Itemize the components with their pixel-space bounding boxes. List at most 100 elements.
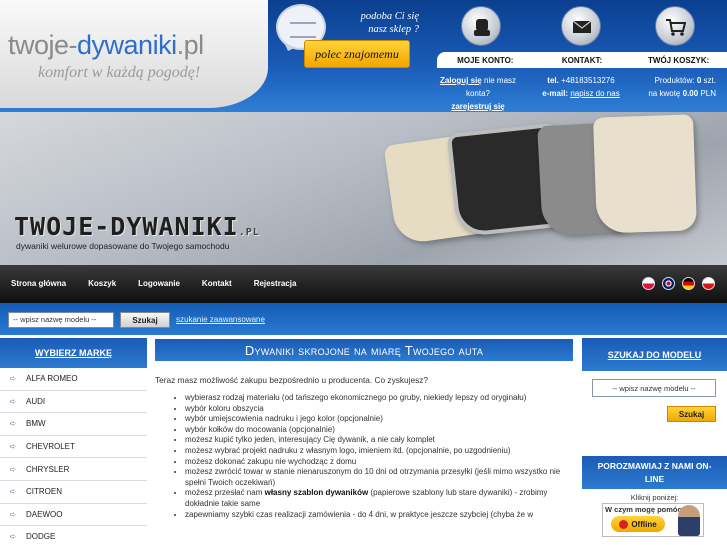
arrow-icon: ➪ — [9, 509, 17, 519]
recommend-text: podoba Ci się nasz sklep ? — [344, 10, 419, 36]
benefits-list: wybierasz rodzaj materiału (od tańszego … — [155, 393, 573, 520]
list-item: wybór kołków do mocowania (opcjonalnie) — [185, 425, 573, 436]
list-item-bold: własny szablon dywaników — [264, 488, 369, 498]
model-search-box: -- wpisz nazwę modelu -- Szukaj — [582, 371, 727, 456]
cart-total-label: na kwotę — [648, 89, 681, 98]
account-section: Zaloguj się nie masz konta? zarejestruj … — [428, 74, 528, 112]
arrow-icon: ➪ — [9, 532, 17, 542]
brand-label: DAEWOO — [26, 509, 63, 519]
arrow-icon: ➪ — [9, 374, 17, 384]
brand-item[interactable]: ➪ DODGE — [0, 526, 147, 545]
email-label: e-mail: — [542, 89, 569, 98]
right-sidebar: SZUKAJ DO MODELU -- wpisz nazwę modelu -… — [582, 338, 727, 545]
brand-label: CHEVROLET — [26, 442, 75, 452]
banner-subtitle: dywaniki welurowe dopasowane do Twojego … — [16, 241, 230, 251]
nav-cart[interactable]: Koszyk — [77, 265, 127, 303]
email-link[interactable]: napisz do nas — [570, 89, 619, 98]
search-button[interactable]: Szukaj — [120, 312, 170, 328]
brand-item[interactable]: ➪ CHRYSLER — [0, 458, 147, 481]
brand-item[interactable]: ➪ ALFA ROMEO — [0, 368, 147, 391]
cart-total: 0.00 — [682, 89, 699, 98]
logo-tagline: komfort w każdą pogodę! — [38, 64, 201, 81]
page-title: Dywaniki skrojone na miarę Twojego auta — [155, 339, 573, 361]
brand-label: BMW — [26, 419, 46, 429]
cart-products-count: 0 — [696, 76, 702, 85]
arrow-icon: ➪ — [9, 464, 17, 474]
flag-pl-icon[interactable] — [642, 277, 655, 290]
nav-home[interactable]: Strona główna — [0, 265, 77, 303]
logo-part-1: twoje- — [8, 30, 78, 60]
arrow-icon: ➪ — [9, 487, 17, 497]
offline-status-icon — [619, 519, 629, 529]
tel-label: tel. — [547, 76, 559, 85]
list-item: zapewniamy szybki czas realizacji zamówi… — [185, 510, 573, 521]
brand-label: DODGE — [26, 532, 56, 542]
register-link[interactable]: zarejestruj się — [451, 102, 504, 111]
header: twoje-dywaniki.pl komfort w każdą pogodę… — [0, 0, 727, 112]
car-mat-image — [593, 114, 697, 234]
arrow-icon: ➪ — [9, 396, 17, 406]
brand-label: AUDI — [26, 396, 46, 406]
search-bar: -- wpisz nazwę modelu -- Szukaj szukanie… — [0, 303, 727, 335]
model-search-heading[interactable]: SZUKAJ DO MODELU — [582, 338, 727, 371]
list-item: możesz wybrać projekt nadruku z własnym … — [185, 446, 573, 457]
chat-heading: POROZMAWIAJ Z NAMI ON-LINE — [582, 456, 727, 489]
nav-contact[interactable]: Kontakt — [191, 265, 243, 303]
brand-heading[interactable]: WYBIERZ MARKĘ — [0, 338, 147, 368]
flag-de-icon[interactable] — [682, 277, 695, 290]
phone-number: +48183513276 — [561, 76, 615, 85]
cart-products-label: Produktów: — [654, 76, 695, 85]
brand-item[interactable]: ➪ BMW — [0, 413, 147, 436]
brand-label: ALFA ROMEO — [26, 374, 78, 384]
info-bar: MOJE KONTO: KONTAKT: TWÓJ KOSZYK: — [437, 52, 727, 68]
list-item: możesz dokonać zakupu nie wychodząc z do… — [185, 457, 573, 468]
nav-register[interactable]: Rejestracja — [243, 265, 308, 303]
flag-cz-icon[interactable] — [702, 277, 715, 290]
nav-login[interactable]: Logowanie — [127, 265, 191, 303]
brand-label: CITROEN — [26, 487, 62, 497]
envelope-icon[interactable] — [561, 6, 601, 46]
main-nav: Strona główna Koszyk Logowanie Kontakt R… — [0, 265, 727, 303]
logo-part-3: .pl — [176, 30, 205, 60]
list-item: możesz zwrócić towar w stanie nienaruszo… — [185, 467, 573, 488]
brand-item[interactable]: ➪ CITROEN — [0, 480, 147, 504]
hero-banner: TWOJE-DYWANIKI.PL dywaniki welurowe dopa… — [0, 112, 727, 265]
cart-currency: PLN — [700, 89, 716, 98]
click-below-text: Kliknij poniżej: — [630, 493, 679, 502]
live-chat-widget[interactable]: W czym mogę pomóc? Offline — [602, 503, 704, 537]
model-search-button[interactable]: Szukaj — [667, 406, 716, 422]
list-item: wybór umiejscowienia nadruku i jego kolo… — [185, 414, 573, 425]
banner-title: TWOJE-DYWANIKI.PL — [14, 212, 260, 241]
logo-panel[interactable]: twoje-dywaniki.pl komfort w każdą pogodę… — [0, 0, 268, 108]
consultant-avatar — [678, 505, 700, 536]
main-content: Dywaniki skrojone na miarę Twojego auta … — [155, 339, 573, 545]
banner-title-suffix: .PL — [238, 227, 260, 238]
model-search-input[interactable]: -- wpisz nazwę modelu -- — [592, 379, 716, 397]
offline-button[interactable]: Offline — [611, 516, 665, 532]
contact-label: KONTAKT: — [561, 55, 603, 65]
cart-products-unit: szt. — [703, 76, 716, 85]
contact-section: tel. +48183513276 e-mail: napisz do nas — [536, 74, 626, 100]
intro-text: Teraz masz możliwość zakupu bezpośrednio… — [155, 375, 429, 385]
search-input[interactable]: -- wpisz nazwę modelu -- — [8, 312, 114, 328]
login-link[interactable]: Zaloguj się — [440, 76, 482, 85]
list-item: wybierasz rodzaj materiału (od tańszego … — [185, 393, 573, 404]
recommend-widget: podoba Ci się nasz sklep ? polec znajome… — [274, 0, 426, 80]
list-item-text: możesz przesłać nam — [185, 488, 263, 498]
recommend-text-line-2: nasz sklep ? — [368, 24, 419, 35]
brand-label: CHRYSLER — [26, 464, 70, 474]
recommend-friend-button[interactable]: polec znajomemu — [304, 40, 410, 68]
flag-gb-icon[interactable] — [662, 277, 675, 290]
logo-part-2: dywaniki — [77, 30, 177, 60]
arrow-icon: ➪ — [9, 419, 17, 429]
advanced-search-link[interactable]: szukanie zaawansowane — [176, 315, 265, 324]
brand-item[interactable]: ➪ CHEVROLET — [0, 435, 147, 459]
site-logo[interactable]: twoje-dywaniki.pl — [8, 30, 204, 61]
account-icon[interactable] — [461, 6, 501, 46]
brand-item[interactable]: ➪ AUDI — [0, 390, 147, 414]
list-item: możesz przesłać nam własny szablon dywan… — [185, 488, 573, 509]
offline-label: Offline — [631, 519, 657, 529]
brand-item[interactable]: ➪ DAEWOO — [0, 503, 147, 527]
help-question: W czym mogę pomóc? — [605, 505, 687, 514]
cart-icon[interactable] — [655, 6, 695, 46]
